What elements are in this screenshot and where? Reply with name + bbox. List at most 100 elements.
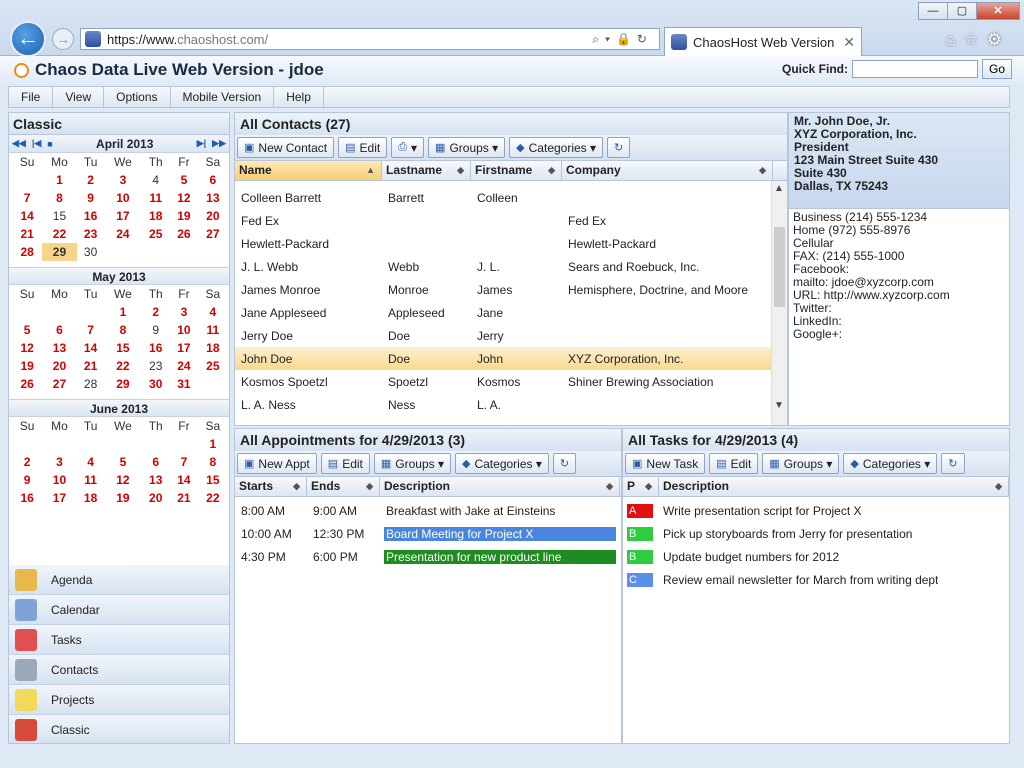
day-cell[interactable]: 25: [141, 225, 170, 243]
day-cell[interactable]: 8: [198, 453, 228, 471]
menu-file[interactable]: File: [9, 87, 54, 107]
day-cell[interactable]: 2: [77, 171, 105, 189]
contact-row[interactable]: Jerry Doe Doe Jerry: [235, 324, 773, 347]
day-cell[interactable]: 24: [105, 225, 142, 243]
day-cell[interactable]: 15: [198, 471, 228, 489]
task-row[interactable]: B Update budget numbers for 2012: [623, 545, 1009, 568]
new-task-button[interactable]: ▣ New Task: [625, 453, 706, 474]
contact-row[interactable]: Hewlett-Packard Hewlett-Packard: [235, 232, 773, 255]
day-cell[interactable]: 13: [141, 471, 170, 489]
day-cell[interactable]: 22: [105, 357, 142, 375]
nav-item-contacts[interactable]: Contacts: [9, 655, 229, 685]
day-cell[interactable]: 10: [105, 189, 142, 207]
address-bar[interactable]: https://www.chaoshost.com/ ⌕▾🔒↻: [80, 28, 660, 50]
day-cell[interactable]: 28: [77, 375, 105, 393]
day-cell[interactable]: 6: [141, 453, 170, 471]
col-name[interactable]: Name ▲: [235, 161, 382, 180]
day-cell[interactable]: 30: [77, 243, 105, 261]
day-cell[interactable]: 23: [141, 357, 170, 375]
day-cell[interactable]: 18: [141, 207, 170, 225]
day-cell[interactable]: 7: [170, 453, 198, 471]
contact-row[interactable]: Jane Appleseed Appleseed Jane: [235, 301, 773, 324]
contacts-scrollbar[interactable]: ▲ ▼: [771, 181, 787, 425]
day-cell[interactable]: 21: [77, 357, 105, 375]
col-priority[interactable]: P ◆: [623, 477, 659, 496]
contacts-groups-button[interactable]: ▦ Groups ▾: [428, 137, 506, 158]
contact-row[interactable]: Kosmos Spoetzl Spoetzl Kosmos Shiner Brewin…: [235, 370, 773, 393]
browser-toolbar-icons[interactable]: ⌂☆⚙: [945, 30, 1010, 50]
scroll-thumb[interactable]: [774, 227, 785, 307]
day-cell[interactable]: 13: [42, 339, 76, 357]
appointment-row[interactable]: 4:30 PM 6:00 PM Presentation for new produ…: [235, 545, 621, 568]
contacts-refresh-button[interactable]: ↻: [607, 137, 631, 158]
day-cell[interactable]: 20: [42, 357, 76, 375]
col-task-description[interactable]: Description ◆: [659, 477, 1009, 496]
day-cell[interactable]: 25: [198, 357, 228, 375]
new-appt-button[interactable]: ▣ New Appt: [237, 453, 317, 474]
day-cell[interactable]: 9: [12, 471, 42, 489]
day-cell[interactable]: 3: [105, 171, 142, 189]
contact-row[interactable]: John Doe Doe John XYZ Corporation, Inc.: [235, 347, 773, 370]
day-cell[interactable]: 5: [170, 171, 198, 189]
col-lastname[interactable]: Lastname ◆: [382, 161, 471, 180]
contact-row[interactable]: Fed Ex Fed Ex: [235, 209, 773, 232]
day-cell[interactable]: 27: [42, 375, 76, 393]
day-cell[interactable]: 7: [77, 321, 105, 339]
day-cell[interactable]: 9: [141, 321, 170, 339]
quick-find-input[interactable]: [852, 60, 978, 78]
close-tab-icon[interactable]: ✕: [843, 34, 855, 51]
day-cell[interactable]: 4: [198, 303, 228, 321]
day-cell[interactable]: 14: [77, 339, 105, 357]
task-row[interactable]: A Write presentation script for Project X: [623, 499, 1009, 522]
day-cell[interactable]: 5: [105, 453, 142, 471]
day-cell[interactable]: 29: [105, 375, 142, 393]
day-cell[interactable]: 27: [198, 225, 228, 243]
day-cell[interactable]: 15: [42, 207, 76, 225]
scroll-up-icon[interactable]: ▲: [774, 183, 784, 194]
maximize-button[interactable]: ▢: [947, 2, 977, 20]
day-cell[interactable]: 3: [170, 303, 198, 321]
day-cell[interactable]: 2: [12, 453, 42, 471]
day-cell[interactable]: 20: [198, 207, 228, 225]
day-cell[interactable]: 16: [12, 489, 42, 507]
edit-task-button[interactable]: ▤ Edit: [709, 453, 759, 474]
nav-item-calendar[interactable]: Calendar: [9, 595, 229, 625]
day-cell[interactable]: 26: [12, 375, 42, 393]
appt-categories-button[interactable]: ◆ Categories ▾: [455, 453, 549, 474]
go-button[interactable]: Go: [982, 59, 1012, 79]
day-cell[interactable]: 1: [198, 435, 228, 453]
nav-item-agenda[interactable]: Agenda: [9, 565, 229, 595]
day-cell[interactable]: 1: [42, 171, 76, 189]
prev-month-icon[interactable]: |◀: [29, 138, 44, 149]
contact-row[interactable]: J. L. Webb Webb J. L. Sears and Roebuck, In…: [235, 255, 773, 278]
prev-year-icon[interactable]: ◀◀: [9, 138, 29, 149]
nav-item-projects[interactable]: Projects: [9, 685, 229, 715]
task-refresh-button[interactable]: ↻: [941, 453, 965, 474]
day-cell[interactable]: 17: [42, 489, 76, 507]
day-cell[interactable]: 29: [42, 243, 77, 261]
day-cell[interactable]: 11: [141, 189, 170, 207]
task-categories-button[interactable]: ◆ Categories ▾: [843, 453, 938, 474]
day-cell[interactable]: 2: [141, 303, 170, 321]
day-cell[interactable]: 18: [198, 339, 228, 357]
day-cell[interactable]: 5: [12, 321, 42, 339]
day-cell[interactable]: 4: [77, 453, 105, 471]
day-cell[interactable]: 18: [77, 489, 105, 507]
col-company[interactable]: Company ◆: [562, 161, 773, 180]
col-firstname[interactable]: Firstname ◆: [471, 161, 562, 180]
col-ends[interactable]: Ends ◆: [307, 477, 380, 496]
day-cell[interactable]: 19: [12, 357, 42, 375]
edit-contact-button[interactable]: ▤ Edit: [338, 137, 388, 158]
day-cell[interactable]: 22: [42, 225, 76, 243]
day-cell[interactable]: 20: [141, 489, 170, 507]
day-cell[interactable]: 14: [12, 207, 42, 225]
back-arrow-icon[interactable]: ←: [10, 21, 46, 57]
day-cell[interactable]: 3: [42, 453, 76, 471]
menu-options[interactable]: Options: [104, 87, 171, 107]
day-cell[interactable]: 26: [170, 225, 198, 243]
menu-help[interactable]: Help: [274, 87, 324, 107]
task-groups-button[interactable]: ▦ Groups ▾: [762, 453, 840, 474]
address-tools-icon[interactable]: ⌕▾🔒↻: [592, 32, 659, 47]
day-cell[interactable]: 9: [77, 189, 105, 207]
appointment-row[interactable]: 8:00 AM 9:00 AM Breakfast with Jake at Ein…: [235, 499, 621, 522]
